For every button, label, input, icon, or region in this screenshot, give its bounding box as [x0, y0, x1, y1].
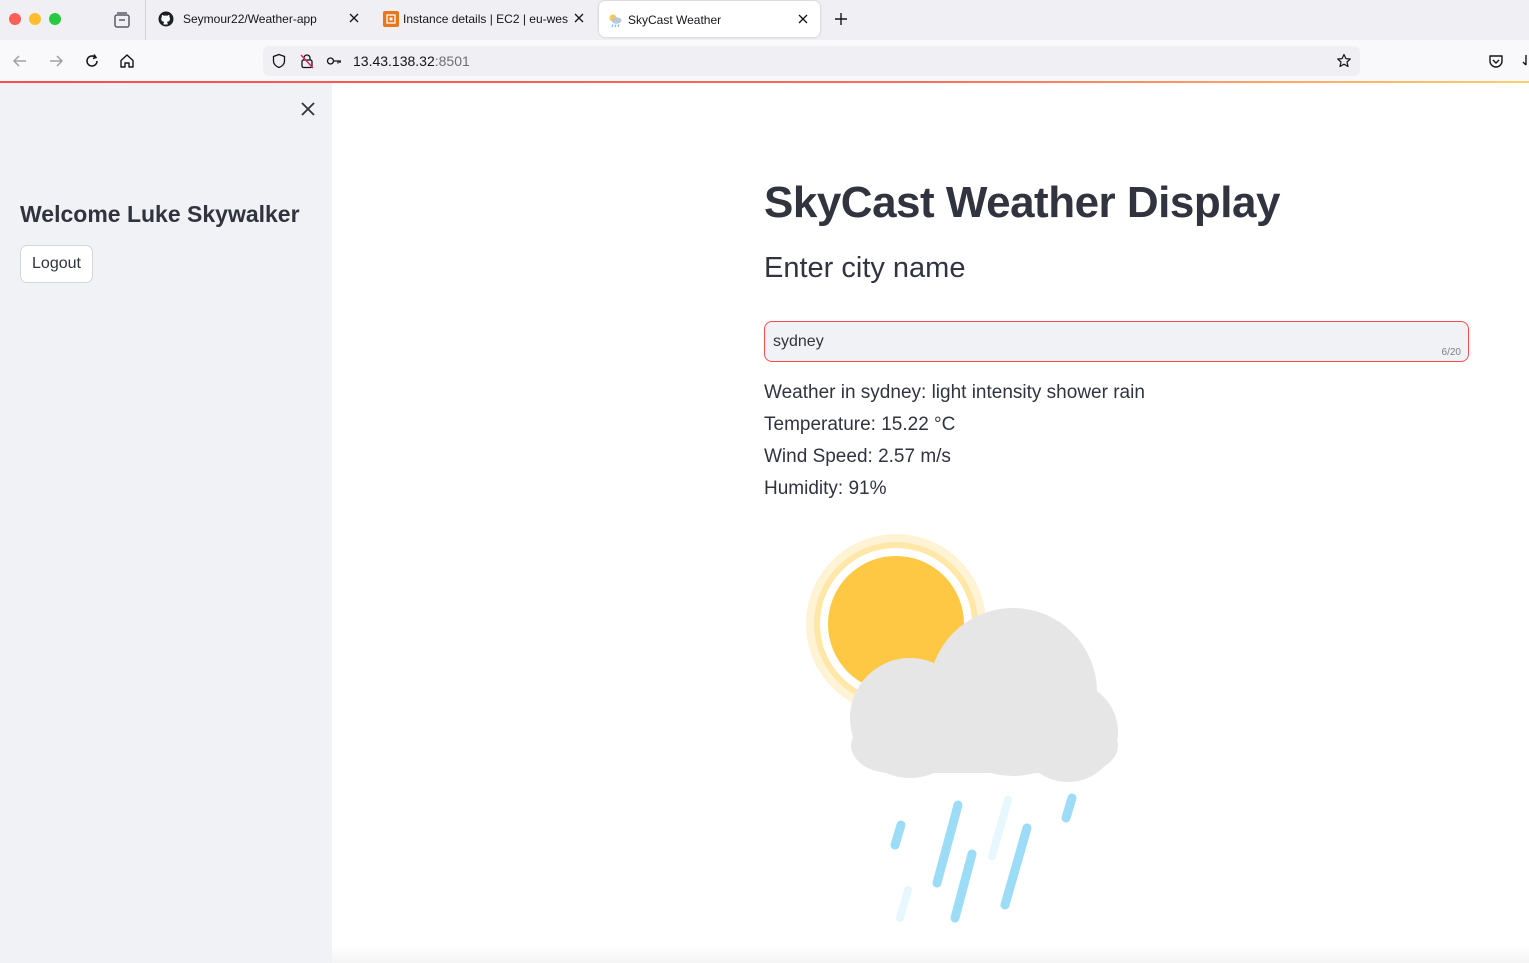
city-input[interactable]: [773, 331, 1413, 353]
weather-icon: [609, 14, 622, 28]
window-close-button[interactable]: [9, 13, 21, 25]
sun-cloud-rain-icon: [806, 534, 1118, 923]
bottom-fade: [332, 945, 1529, 963]
shield-icon[interactable]: [271, 53, 287, 69]
key-icon[interactable]: [326, 53, 342, 69]
back-arrow-icon[interactable]: [11, 52, 29, 70]
browser-nav-bar: 13.43.138.32:8501: [0, 40, 1529, 82]
tab-title: SkyCast Weather: [628, 13, 722, 27]
url-port: :8501: [434, 53, 470, 69]
tab-github[interactable]: Seymour22/Weather-app: [148, 0, 370, 36]
forward-arrow-icon[interactable]: [47, 52, 65, 70]
window-minimize-button[interactable]: [29, 13, 41, 25]
close-sidebar-icon[interactable]: [298, 99, 318, 119]
downloads-icon[interactable]: [1517, 52, 1529, 70]
tab-title: Seymour22/Weather-app: [183, 12, 317, 26]
temperature-text: Temperature: 15.22 °C: [764, 414, 956, 435]
url-host: 13.43.138.32: [353, 53, 435, 69]
close-icon[interactable]: [571, 10, 587, 26]
humidity-text: Humidity: 91%: [764, 478, 887, 499]
char-counter: 6/20: [1441, 347, 1461, 358]
browser-tab-bar: Seymour22/Weather-app Instance details |…: [0, 0, 1529, 40]
city-input-label: Enter city name: [764, 252, 966, 284]
tab-ec2[interactable]: Instance details | EC2 | eu-west: [373, 0, 595, 36]
tab-overview-icon[interactable]: [112, 10, 132, 30]
new-tab-icon[interactable]: [832, 10, 850, 28]
sidebar: Welcome Luke Skywalker Logout: [0, 83, 332, 963]
tab-separator: [145, 0, 146, 40]
close-icon[interactable]: [795, 11, 811, 27]
github-icon: [158, 11, 174, 27]
welcome-heading: Welcome Luke Skywalker: [20, 201, 300, 227]
url-text: 13.43.138.32:8501: [353, 53, 470, 69]
close-icon[interactable]: [346, 10, 362, 26]
pocket-icon[interactable]: [1487, 52, 1505, 70]
address-bar[interactable]: 13.43.138.32:8501: [263, 46, 1360, 76]
page-title: SkyCast Weather Display: [764, 178, 1280, 227]
window-maximize-button[interactable]: [49, 13, 61, 25]
wind-speed-text: Wind Speed: 2.57 m/s: [764, 446, 951, 467]
reload-icon[interactable]: [83, 52, 101, 70]
weather-description: Weather in sydney: light intensity showe…: [764, 382, 1145, 403]
tab-skycast[interactable]: SkyCast Weather: [599, 1, 820, 37]
bookmark-star-icon[interactable]: [1336, 53, 1352, 69]
tab-title: Instance details | EC2 | eu-west: [403, 12, 568, 26]
home-icon[interactable]: [118, 52, 136, 70]
logout-button[interactable]: Logout: [20, 245, 93, 283]
city-input-container[interactable]: 6/20: [764, 321, 1469, 362]
insecure-lock-icon[interactable]: [299, 53, 315, 69]
aws-ec2-icon: [383, 11, 399, 27]
